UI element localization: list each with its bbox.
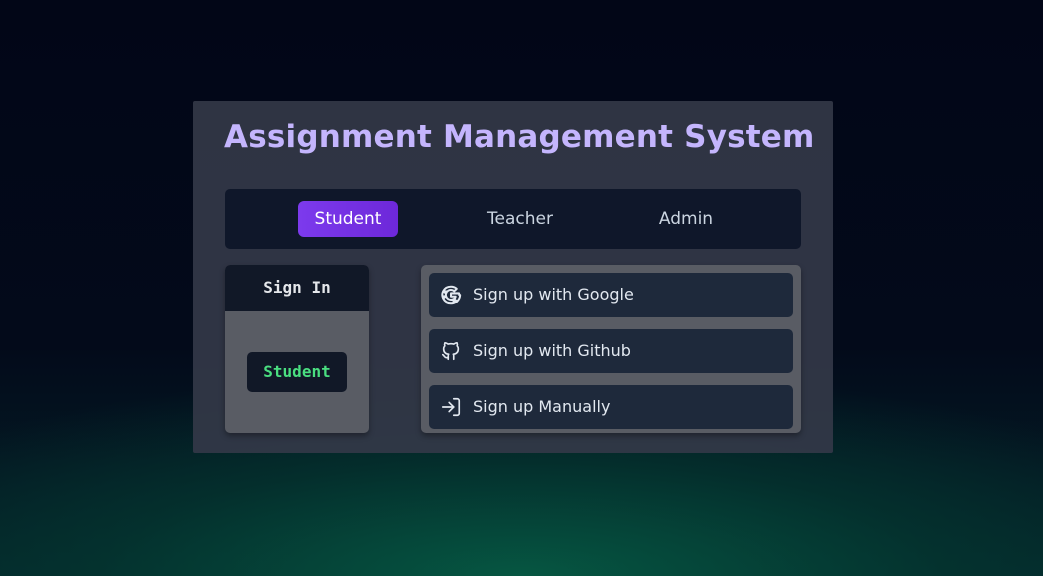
github-icon <box>440 340 462 362</box>
signin-header: Sign In <box>225 265 369 311</box>
page-title: Assignment Management System <box>224 119 815 155</box>
signup-manual-button[interactable]: Sign up Manually <box>429 385 793 429</box>
tab-student[interactable]: Student <box>298 201 398 237</box>
selected-role-badge: Student <box>247 352 347 392</box>
login-arrow-icon <box>440 396 462 418</box>
signup-github-label: Sign up with Github <box>473 341 631 360</box>
signup-panel: Sign up with Google Sign up with Github … <box>421 265 801 433</box>
signin-panel: Sign In Student <box>225 265 369 433</box>
google-icon <box>440 284 462 306</box>
tab-admin[interactable]: Admin <box>636 201 736 237</box>
signup-manual-label: Sign up Manually <box>473 397 611 416</box>
signup-google-button[interactable]: Sign up with Google <box>429 273 793 317</box>
tab-teacher[interactable]: Teacher <box>470 201 570 237</box>
signup-google-label: Sign up with Google <box>473 285 634 304</box>
signup-github-button[interactable]: Sign up with Github <box>429 329 793 373</box>
role-tabs: Student Teacher Admin <box>225 189 801 249</box>
auth-card: Assignment Management System Student Tea… <box>193 101 833 453</box>
